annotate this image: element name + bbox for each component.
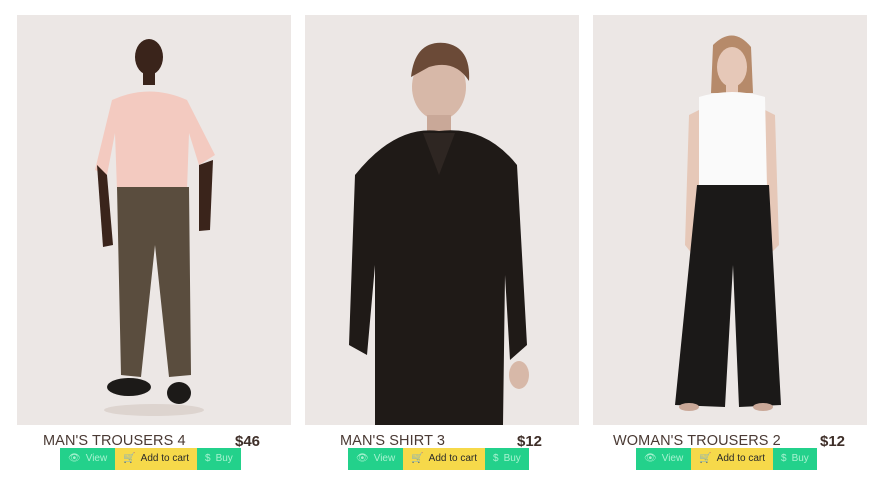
add-to-cart-label: Add to cart	[428, 453, 478, 464]
product-actions: 👁 View 🛒 Add to cart $ Buy	[60, 448, 241, 470]
view-label: View	[85, 453, 108, 464]
product-card: WOMAN'S TROUSERS 2 $12	[593, 15, 867, 455]
product-card: MAN'S SHIRT 3 $12	[305, 15, 579, 455]
eye-icon: 👁	[68, 453, 81, 464]
product-grid: MAN'S TROUSERS 4 $46 MAN'S SHIRT 3 $12 W…	[0, 0, 880, 495]
product-card: MAN'S TROUSERS 4 $46	[17, 15, 291, 455]
product-name[interactable]: MAN'S SHIRT 3	[340, 433, 445, 449]
product-actions: 👁 View 🛒 Add to cart $ Buy	[636, 448, 817, 470]
product-actions: 👁 View 🛒 Add to cart $ Buy	[348, 448, 529, 470]
dollar-icon: $	[205, 453, 211, 464]
cart-icon: 🛒	[123, 453, 136, 464]
view-label: View	[373, 453, 396, 464]
product-photo[interactable]	[593, 15, 867, 425]
product-name[interactable]: WOMAN'S TROUSERS 2	[613, 433, 781, 449]
buy-button[interactable]: $ Buy	[197, 448, 241, 470]
view-button[interactable]: 👁 View	[636, 448, 692, 470]
cart-icon: 🛒	[699, 453, 712, 464]
buy-label: Buy	[503, 453, 521, 464]
product-photo[interactable]	[305, 15, 579, 425]
dollar-icon: $	[493, 453, 499, 464]
cart-icon: 🛒	[411, 453, 424, 464]
add-to-cart-button[interactable]: 🛒 Add to cart	[691, 448, 774, 470]
view-button[interactable]: 👁 View	[60, 448, 116, 470]
buy-label: Buy	[215, 453, 233, 464]
dollar-icon: $	[781, 453, 787, 464]
buy-button[interactable]: $ Buy	[773, 448, 817, 470]
eye-icon: 👁	[644, 453, 657, 464]
view-button[interactable]: 👁 View	[348, 448, 404, 470]
buy-label: Buy	[791, 453, 809, 464]
add-to-cart-label: Add to cart	[140, 453, 190, 464]
view-label: View	[661, 453, 684, 464]
product-price: $12	[820, 433, 846, 450]
add-to-cart-button[interactable]: 🛒 Add to cart	[403, 448, 486, 470]
product-photo[interactable]	[17, 15, 291, 425]
product-name[interactable]: MAN'S TROUSERS 4	[43, 433, 186, 449]
add-to-cart-label: Add to cart	[716, 453, 766, 464]
eye-icon: 👁	[356, 453, 369, 464]
buy-button[interactable]: $ Buy	[485, 448, 529, 470]
add-to-cart-button[interactable]: 🛒 Add to cart	[115, 448, 198, 470]
